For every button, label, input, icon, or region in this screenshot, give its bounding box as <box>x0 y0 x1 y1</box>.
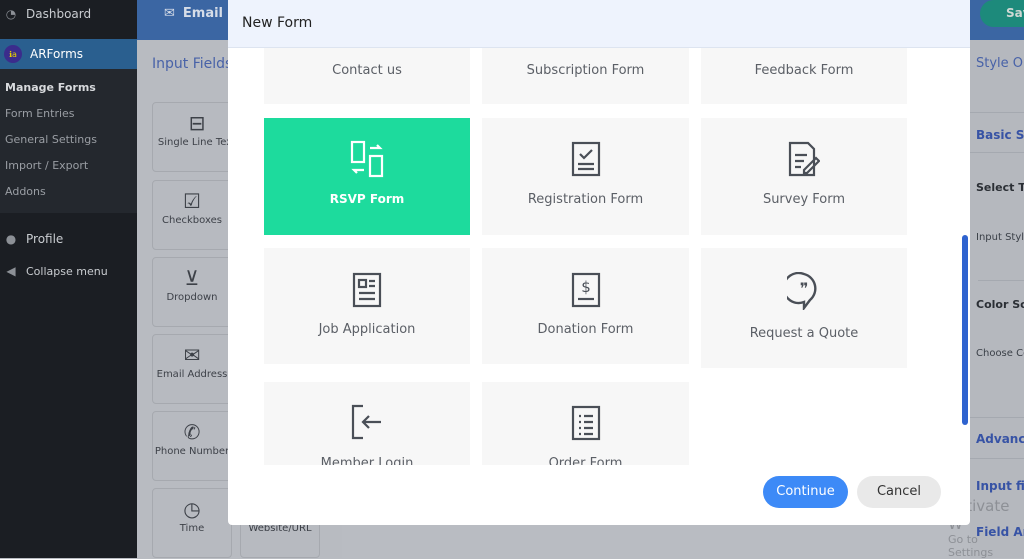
label: Subscription Form <box>526 63 645 78</box>
registration-clipboard-icon <box>482 140 689 178</box>
submenu-import-export[interactable]: Import / Export <box>0 153 137 179</box>
label: Email <box>182 6 224 21</box>
modal-title: New Form <box>228 0 970 48</box>
template-subscription-form[interactable]: Subscription Form <box>482 48 689 104</box>
rsvp-icon <box>264 140 470 178</box>
template-job-application[interactable]: Job Application <box>264 248 470 364</box>
clock-icon: ◷ <box>183 497 201 521</box>
login-icon <box>264 404 470 440</box>
submenu-addons[interactable]: Addons <box>0 179 137 205</box>
field-checkboxes[interactable]: ☑ Checkboxes <box>152 180 232 250</box>
select-theme-label: Select Th <box>976 181 1024 194</box>
label: Phone Number <box>154 446 230 457</box>
dashboard-icon: ◔ <box>5 7 17 21</box>
collapse-menu[interactable]: ◀ Collapse menu <box>0 257 137 285</box>
quote-bubble-icon: ❞ <box>701 272 907 310</box>
save-button[interactable]: Save <box>980 0 1024 27</box>
label: Survey Form <box>762 192 846 207</box>
continue-button[interactable]: Continue <box>763 476 848 508</box>
email-tab[interactable]: ✉ Email <box>164 6 223 21</box>
template-donation-form[interactable]: $ Donation Form <box>482 248 689 364</box>
modal-scrollbar[interactable] <box>962 235 968 425</box>
user-icon: ● <box>5 232 17 246</box>
label: Contact us <box>332 63 402 78</box>
sidebar-item-profile[interactable]: ● Profile <box>0 225 137 253</box>
dropdown-icon: ⊻ <box>184 266 200 290</box>
input-style-label: Input Style <box>976 232 1024 243</box>
color-scheme-label: Color Sch <box>976 298 1024 311</box>
donation-dollar-icon: $ <box>482 272 689 308</box>
input-field-section[interactable]: Input fie <box>976 479 1024 493</box>
field-email-address[interactable]: ✉ Email Address <box>152 334 232 404</box>
envelope-icon: ✉ <box>183 343 201 367</box>
basic-styling-section[interactable]: Basic Sty <box>976 128 1024 142</box>
style-options-panel: Style O Basic Sty Select Th Input Style … <box>970 40 1024 558</box>
arforms-submenu: Manage Forms Form Entries General Settin… <box>0 69 137 213</box>
template-member-login[interactable]: Member Login <box>264 382 470 465</box>
panel-title: Style O <box>976 56 1024 71</box>
template-rsvp-form[interactable]: RSVP Form <box>264 118 470 235</box>
label: Member Login <box>320 456 414 465</box>
submenu-manage-forms[interactable]: Manage Forms <box>0 75 137 101</box>
arforms-logo-icon: ℹa <box>4 45 22 63</box>
label: Email Address <box>156 369 228 380</box>
submenu-general-settings[interactable]: General Settings <box>0 127 137 153</box>
order-list-icon <box>482 404 689 442</box>
label: Donation Form <box>537 322 634 337</box>
cancel-button[interactable]: Cancel <box>857 476 941 508</box>
sidebar-item-dashboard[interactable]: ◔ Dashboard <box>0 0 137 28</box>
field-dropdown[interactable]: ⊻ Dropdown <box>152 257 232 327</box>
label: Time <box>179 523 205 534</box>
advanced-section[interactable]: Advance <box>976 432 1024 446</box>
phone-icon: ✆ <box>183 420 201 444</box>
choose-color-label: Choose Co <box>976 348 1024 359</box>
submenu-form-entries[interactable]: Form Entries <box>0 101 137 127</box>
new-form-modal: New Form Contact us Subscription Form Fe… <box>228 0 970 525</box>
label: Request a Quote <box>749 326 859 341</box>
field-phone-number[interactable]: ✆ Phone Number <box>152 411 232 481</box>
label: Job Application <box>318 322 416 337</box>
template-contact-us[interactable]: Contact us <box>264 48 470 104</box>
label: Checkboxes <box>162 215 222 226</box>
template-request-a-quote[interactable]: ❞ Request a Quote <box>701 248 907 368</box>
label: Dashboard <box>26 7 92 21</box>
template-survey-form[interactable]: Survey Form <box>701 118 907 235</box>
label: Registration Form <box>527 192 644 207</box>
template-feedback-form[interactable]: Feedback Form <box>701 48 907 104</box>
label: Collapse menu <box>26 264 108 278</box>
job-application-icon <box>264 272 470 308</box>
svg-text:$: $ <box>581 278 591 296</box>
label: RSVP Form <box>329 192 405 206</box>
template-order-form[interactable]: Order Form <box>482 382 689 465</box>
field-time[interactable]: ◷ Time <box>152 488 232 558</box>
template-registration-form[interactable]: Registration Form <box>482 118 689 235</box>
panel-title: Input Fields <box>152 56 233 72</box>
sidebar-item-arforms[interactable]: ℹa ARForms <box>0 39 137 69</box>
label: Dropdown <box>166 292 218 303</box>
collapse-icon: ◀ <box>6 264 16 278</box>
checkbox-icon: ☑ <box>183 189 201 213</box>
watermark-line2: Go to Settings <box>948 533 994 559</box>
label: Feedback Form <box>754 63 854 78</box>
label: Profile <box>26 232 64 246</box>
svg-text:❞: ❞ <box>800 279 809 298</box>
label: ARForms <box>30 47 84 61</box>
envelope-icon: ✉ <box>164 6 175 21</box>
survey-pencil-icon <box>701 140 907 178</box>
admin-sidebar: ◔ Dashboard ℹa ARForms Manage Forms Form E… <box>0 0 137 558</box>
label: Order Form <box>548 456 623 465</box>
